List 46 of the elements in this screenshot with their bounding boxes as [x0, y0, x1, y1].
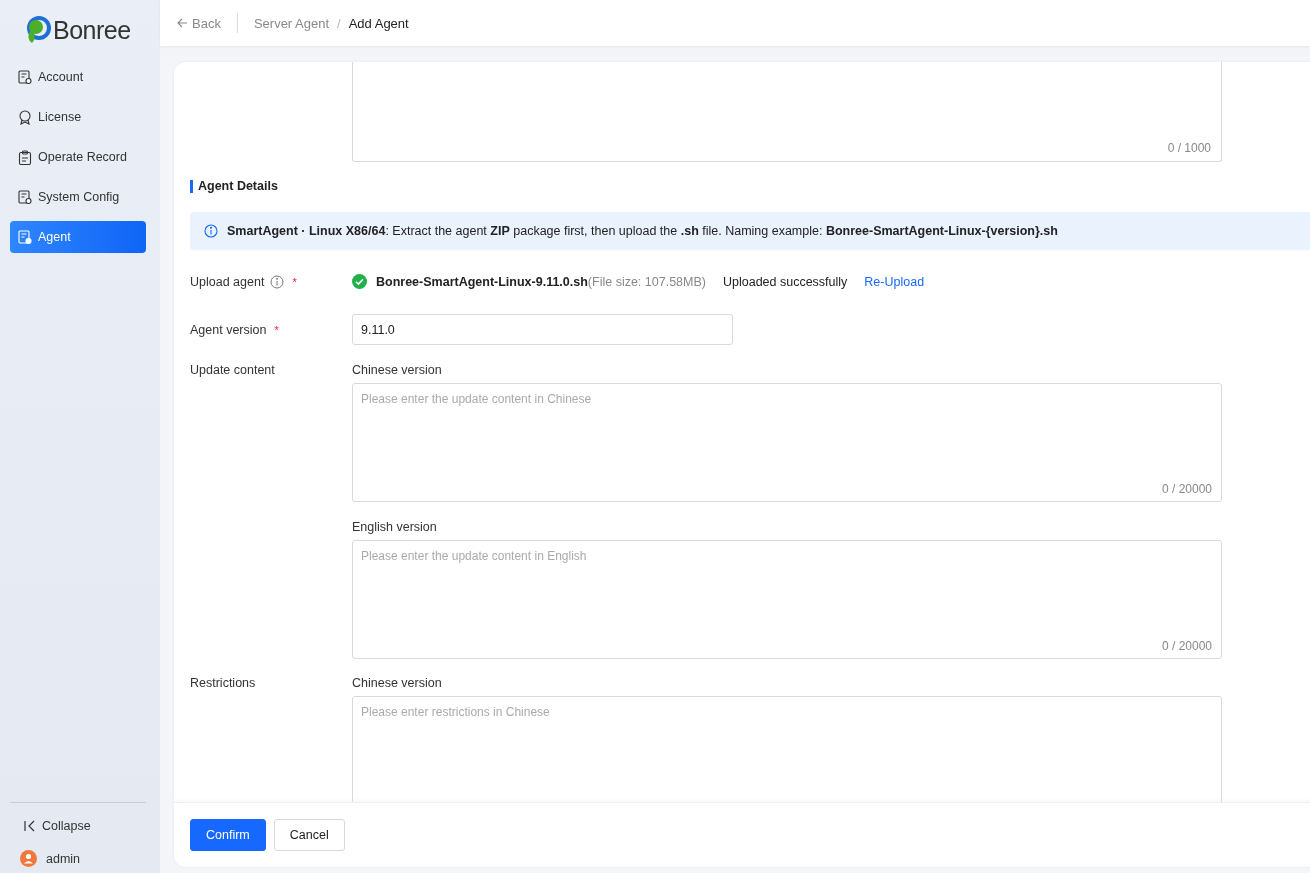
required-mark: * [292, 275, 297, 288]
document-icon [18, 69, 32, 85]
arrow-left-icon [177, 18, 188, 28]
text-area[interactable]: Please enter restrictions in Chinese [352, 696, 1222, 802]
check-circle-icon [352, 274, 367, 289]
info-icon [204, 224, 218, 238]
cancel-button[interactable]: Cancel [273, 819, 345, 851]
alert-text: SmartAgent · Linux X86/64: Extract the agent ZIP package first, then upload the .sh file. Naming example: Bonree-SmartAgent-Linux-{version}.sh [227, 224, 1058, 238]
collapse-icon [24, 820, 36, 832]
field-label: Update content [190, 363, 275, 377]
version-input[interactable]: 9.11.0 [352, 314, 733, 345]
field-label: Upload agent [190, 274, 265, 289]
user-name: admin [46, 851, 81, 866]
ribbon-icon [18, 109, 32, 125]
character-counter: 0 / 20000 [1161, 482, 1212, 496]
field-label: Agent version [190, 322, 267, 337]
clipboard-icon [18, 149, 32, 165]
sidebar-item[interactable]: License [10, 101, 146, 133]
field-label: Chinese version [352, 363, 443, 377]
logo-text: Bonree [53, 15, 131, 45]
sidebar-item[interactable]: Agent [10, 221, 146, 253]
character-counter: 0 / 1000 [1167, 141, 1211, 155]
info-icon [270, 274, 285, 289]
required-mark: * [274, 323, 279, 336]
field-label: Restrictions [190, 676, 256, 690]
field-label: English version [352, 520, 438, 534]
sidebar-item[interactable]: System Config [10, 181, 146, 213]
section-title: Agent Details [190, 180, 1310, 193]
confirm-button[interactable]: Confirm [190, 819, 266, 851]
breadcrumb-separator: / [337, 15, 341, 31]
file-size: (File size: 107.58MB) [587, 274, 706, 289]
re-upload-link[interactable]: Re-Upload [864, 274, 925, 289]
sidebar-item[interactable]: Operate Record [10, 141, 146, 173]
breadcrumb-item: Add Agent [348, 15, 409, 31]
document-icon [18, 189, 32, 205]
file-name: Bonree-SmartAgent-Linux-9.11.0.sh [376, 274, 588, 289]
character-counter: 0 / 20000 [1161, 639, 1212, 653]
text-area[interactable]: 0 / 1000 [352, 62, 1222, 162]
sidebar-item[interactable]: Account [10, 61, 146, 93]
avatar-icon [20, 850, 37, 867]
collapse-button[interactable]: Collapse [10, 817, 146, 835]
field-label: Chinese version [352, 676, 443, 690]
back-link[interactable]: Back [177, 15, 221, 31]
breadcrumb-item[interactable]: Server Agent [253, 15, 330, 31]
document-icon [18, 229, 32, 245]
upload-status: Uploaded successfully [722, 274, 848, 289]
